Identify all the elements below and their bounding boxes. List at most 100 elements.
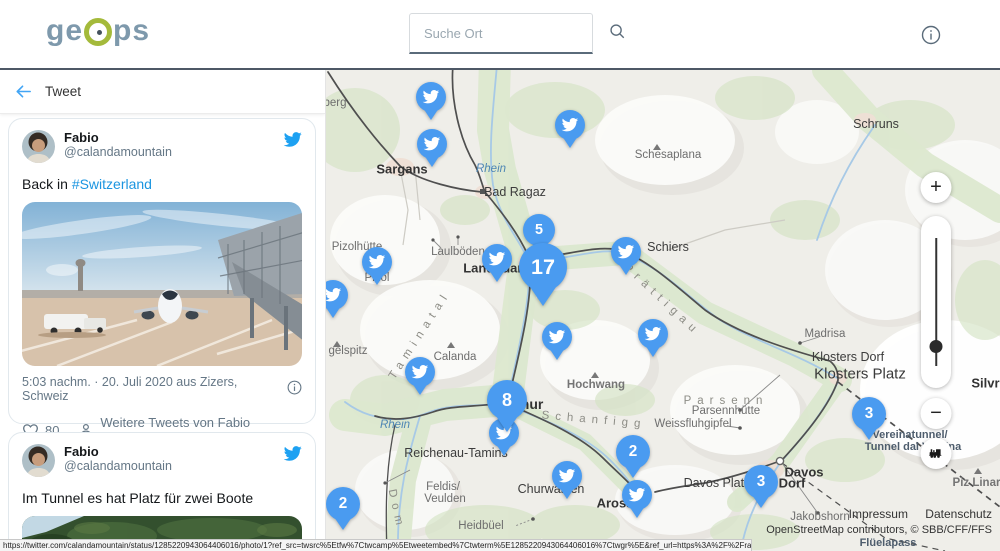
cluster-marker[interactable]: 2 xyxy=(616,435,650,469)
back-arrow-icon[interactable] xyxy=(14,82,33,101)
cluster-count: 2 xyxy=(339,495,348,513)
zoom-slider-handle[interactable] xyxy=(930,340,943,353)
cluster-marker[interactable]: 5 xyxy=(523,214,555,246)
map-label: berg xyxy=(325,97,347,109)
tweet-marker[interactable] xyxy=(542,322,572,352)
twitter-bird-icon xyxy=(617,243,634,260)
map-label: Rhein xyxy=(380,419,410,431)
map-canvas[interactable]: bergSargansRheinBad RagazSchrunsSchesapl… xyxy=(325,70,1000,551)
tweet-author-name[interactable]: Fabio xyxy=(64,444,283,459)
tweet-marker[interactable] xyxy=(622,480,652,510)
twitter-bird-icon[interactable] xyxy=(283,444,302,463)
map-attribution: Impressum Datenschutz OpenStreetMap cont… xyxy=(766,507,992,536)
tweet-marker[interactable] xyxy=(362,247,392,277)
map-label: Laulböden xyxy=(431,246,485,258)
twitter-bird-icon xyxy=(558,467,575,484)
tweet-marker[interactable] xyxy=(552,461,582,491)
tweet-text-plain: Im Tunnel es hat Platz für zwei Boote xyxy=(22,490,253,506)
search-icon[interactable] xyxy=(608,22,626,45)
map-label: Klosters Dorf xyxy=(812,350,884,364)
map-label: Reichenau-Tamins xyxy=(404,446,508,460)
panel-header: Tweet xyxy=(0,70,325,114)
tweet-marker[interactable] xyxy=(638,319,668,349)
datenschutz-link[interactable]: Datenschutz xyxy=(925,507,992,521)
browser-status-bar: https://twitter.com/calandamountain/stat… xyxy=(0,539,752,551)
impressum-link[interactable]: Impressum xyxy=(849,507,908,521)
map-label: Madrisa xyxy=(805,328,846,340)
map-label: Hochwang xyxy=(567,379,625,391)
zoom-in-button[interactable]: + xyxy=(921,172,952,203)
app-header: geps xyxy=(0,0,1000,70)
info-button[interactable] xyxy=(921,25,941,45)
twitter-bird-icon[interactable] xyxy=(283,130,302,149)
tweet-text: Back in #Switzerland xyxy=(22,175,302,193)
copyright-text: OpenStreetMap contributors, © SBB/CFF/FF… xyxy=(766,524,992,536)
cluster-marker[interactable]: 3 xyxy=(744,465,778,499)
map-label: Schruns xyxy=(853,117,899,131)
train-layer-button[interactable] xyxy=(921,438,952,469)
map-label: Davos Platz xyxy=(684,476,751,490)
cluster-count: 2 xyxy=(629,443,638,461)
cluster-count: 8 xyxy=(502,390,512,411)
tweet-marker[interactable] xyxy=(416,82,446,112)
map-label: Parsennhütte xyxy=(692,405,760,417)
map-label: Weissfluhgipfel xyxy=(654,418,731,430)
tweet-marker[interactable] xyxy=(405,357,435,387)
tweet-text-plain: Back in xyxy=(22,176,72,192)
avatar[interactable] xyxy=(22,130,55,163)
map-label: Calanda xyxy=(434,351,477,363)
twitter-bird-icon xyxy=(368,253,385,270)
tweet-photo-airport[interactable] xyxy=(22,202,302,366)
tweet-author-name[interactable]: Fabio xyxy=(64,130,283,145)
map-label: Veulden xyxy=(424,493,466,505)
avatar[interactable] xyxy=(22,444,55,477)
tweet-card: Fabio @calandamountain Im Tunnel es hat … xyxy=(8,432,316,551)
map-label: Heidbüel xyxy=(458,520,503,532)
twitter-bird-icon xyxy=(411,363,428,380)
cluster-marker[interactable]: 2 xyxy=(326,487,360,521)
map-label: Bad Ragaz xyxy=(484,185,546,199)
cluster-marker[interactable]: 8 xyxy=(487,380,527,420)
zoom-out-button[interactable]: − xyxy=(921,398,952,429)
tweet-author-handle[interactable]: @calandamountain xyxy=(64,459,283,474)
map-label: Feldis/ xyxy=(426,481,460,493)
cluster-count: 3 xyxy=(865,405,874,423)
panel-title: Tweet xyxy=(45,84,81,99)
tweet-text: Im Tunnel es hat Platz für zwei Boote xyxy=(22,489,302,507)
tweet-card: Fabio @calandamountain Back in #Switzerl… xyxy=(8,118,316,424)
tweet-panel: Tweet Fabio @calandamountain Back in #Sw… xyxy=(0,70,326,551)
tweet-marker[interactable] xyxy=(325,280,348,310)
search-input[interactable] xyxy=(410,26,608,41)
cluster-count: 17 xyxy=(531,254,555,280)
tweet-info-icon[interactable] xyxy=(287,380,302,398)
twitter-bird-icon xyxy=(488,250,505,267)
map-label: Sargans xyxy=(376,162,427,177)
tweet-marker[interactable] xyxy=(482,244,512,274)
map-label: Dom xyxy=(386,488,407,532)
tweet-timestamp: 5:03 nachm. · 20. Juli 2020 aus Zizers, … xyxy=(22,375,287,403)
twitter-bird-icon xyxy=(423,135,440,152)
twitter-bird-icon xyxy=(548,328,565,345)
cluster-count: 5 xyxy=(535,222,543,238)
map-label: Piz Linard xyxy=(953,477,1000,489)
tweet-hashtag-link[interactable]: #Switzerland xyxy=(72,176,152,192)
map-label: Silvretta xyxy=(971,376,1000,391)
map-label: Schiers xyxy=(647,240,689,254)
map-label: gelspitz xyxy=(329,345,368,357)
twitter-bird-icon xyxy=(561,116,578,133)
twitter-bird-icon xyxy=(628,486,645,503)
geops-logo[interactable]: geps xyxy=(46,14,150,48)
cluster-marker[interactable]: 3 xyxy=(852,397,886,431)
train-icon xyxy=(928,445,945,462)
map-label: Rhein xyxy=(476,163,506,175)
tweet-marker[interactable] xyxy=(417,129,447,159)
map-label: Schanfigg xyxy=(541,409,647,430)
map-label: Klosters Platz xyxy=(814,366,906,383)
tweet-author-handle[interactable]: @calandamountain xyxy=(64,145,283,160)
zoom-slider[interactable] xyxy=(921,216,951,388)
twitter-bird-icon xyxy=(325,286,342,303)
tweet-marker[interactable] xyxy=(611,237,641,267)
cluster-count: 3 xyxy=(757,473,766,491)
cluster-marker[interactable]: 17 xyxy=(519,243,567,291)
tweet-marker[interactable] xyxy=(555,110,585,140)
